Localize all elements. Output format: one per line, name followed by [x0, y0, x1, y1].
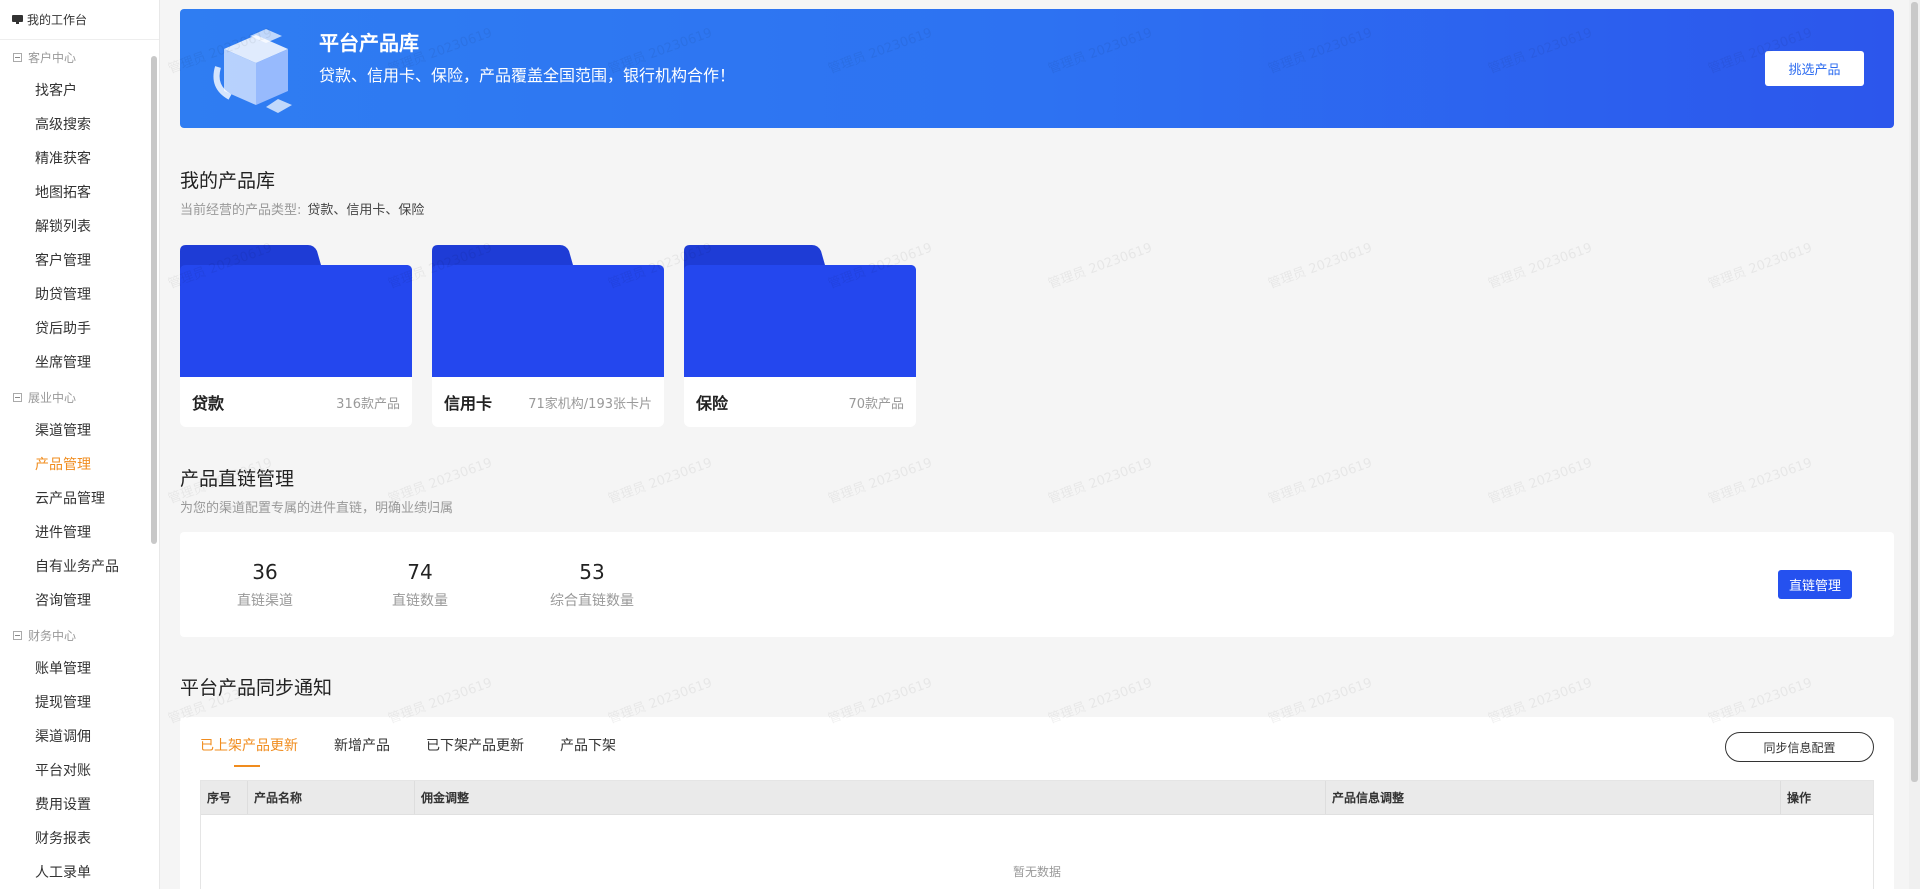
folder-name: 信用卡 [444, 394, 493, 413]
watermark-text: 管理员 20230619 [606, 455, 715, 508]
sidebar-item-find-customer[interactable]: 找客户 [0, 74, 159, 108]
page-scrollbar[interactable] [1909, 0, 1920, 889]
folder-name: 保险 [696, 394, 729, 413]
collapse-icon [13, 630, 22, 640]
monitor-icon [12, 15, 23, 24]
pick-product-button[interactable]: 挑选产品 [1765, 51, 1864, 86]
watermark-text: 管理员 20230619 [1486, 455, 1595, 508]
folder-count: 71家机构/193张卡片 [528, 396, 652, 412]
sidebar-item-application[interactable]: 进件管理 [0, 516, 159, 550]
sidebar-item-seat-management[interactable]: 坐席管理 [0, 346, 159, 380]
stat-total-direct: 53 综合直链数量 [550, 560, 634, 609]
col-index: 序号 [201, 781, 248, 814]
sidebar-item-precise-acquisition[interactable]: 精准获客 [0, 142, 159, 176]
folder-icon [684, 245, 916, 377]
sidebar-item-finance-report[interactable]: 财务报表 [0, 822, 159, 856]
stat-direct-count: 74 直链数量 [392, 560, 448, 609]
sidebar: 我的工作台 客户中心 找客户 高级搜索 精准获客 地图拓客 解锁列表 客户管理 … [0, 0, 160, 889]
watermark-text: 管理员 20230619 [1706, 240, 1815, 293]
sidebar-item-unlock-list[interactable]: 解锁列表 [0, 210, 159, 244]
sidebar-item-withdraw[interactable]: 提现管理 [0, 686, 159, 720]
workspace-link[interactable]: 我的工作台 [0, 0, 159, 40]
direct-link-title: 产品直链管理 [180, 468, 295, 490]
sidebar-item-fee-settings[interactable]: 费用设置 [0, 788, 159, 822]
my-library-subtitle: 当前经营的产品类型: 贷款、信用卡、保险 [180, 203, 425, 218]
tab-new-products[interactable]: 新增产品 [334, 735, 390, 767]
my-library-title: 我的产品库 [180, 170, 276, 192]
platform-library-banner: 平台产品库 贷款、信用卡、保险，产品覆盖全国范围，银行机构合作！ 挑选产品 [180, 9, 1894, 128]
col-commission: 佣金调整 [415, 781, 1326, 814]
watermark-text: 管理员 20230619 [1706, 455, 1815, 508]
sync-tabs: 已上架产品更新 新增产品 已下架产品更新 产品下架 [200, 735, 652, 767]
folder-insurance[interactable]: 保险 70款产品 [684, 245, 916, 427]
sync-title: 平台产品同步通知 [180, 677, 333, 699]
col-info-adjust: 产品信息调整 [1326, 781, 1781, 814]
folder-name: 贷款 [192, 394, 225, 413]
sidebar-item-channel-management[interactable]: 渠道管理 [0, 414, 159, 448]
banner-subtitle: 贷款、信用卡、保险，产品覆盖全国范围，银行机构合作！ [319, 66, 736, 85]
tab-product-delisted[interactable]: 产品下架 [560, 735, 616, 767]
folder-credit-card[interactable]: 信用卡 71家机构/193张卡片 [432, 245, 664, 427]
col-actions: 操作 [1787, 791, 1812, 805]
sidebar-item-manual-entry[interactable]: 人工录单 [0, 856, 159, 889]
watermark-text: 管理员 20230619 [1046, 455, 1155, 508]
group-finance-center[interactable]: 财务中心 [0, 618, 159, 652]
direct-link-stats-card: 36 直链渠道 74 直链数量 53 综合直链数量 直链管理 [180, 532, 1894, 637]
folder-count: 316款产品 [336, 396, 400, 412]
direct-link-subtitle: 为您的渠道配置专属的进件直链，明确业绩归属 [180, 501, 454, 516]
workspace-label: 我的工作台 [27, 13, 88, 27]
sync-card: 已上架产品更新 新增产品 已下架产品更新 产品下架 同步信息配置 序号 产品名称… [180, 717, 1894, 889]
sidebar-item-post-loan[interactable]: 贷后助手 [0, 312, 159, 346]
direct-link-manage-button[interactable]: 直链管理 [1778, 570, 1852, 599]
sidebar-item-customer-management[interactable]: 客户管理 [0, 244, 159, 278]
col-product-name: 产品名称 [248, 781, 415, 814]
sidebar-item-commission[interactable]: 渠道调佣 [0, 720, 159, 754]
tab-listed-updates[interactable]: 已上架产品更新 [200, 735, 298, 767]
sync-table: 序号 产品名称 佣金调整 产品信息调整 操作 暂无数据 [200, 780, 1874, 889]
cube-illustration-icon [213, 29, 292, 113]
watermark-text: 管理员 20230619 [1046, 240, 1155, 293]
folder-loan[interactable]: 贷款 316款产品 [180, 245, 412, 427]
collapse-icon [13, 392, 22, 402]
sidebar-scrollbar[interactable] [151, 56, 157, 544]
sidebar-item-reconcile[interactable]: 平台对账 [0, 754, 159, 788]
folder-icon [432, 245, 664, 377]
watermark-text: 管理员 20230619 [1266, 240, 1375, 293]
group-customer-center[interactable]: 客户中心 [0, 40, 159, 74]
banner-title: 平台产品库 [319, 31, 419, 55]
sidebar-item-product-management[interactable]: 产品管理 [0, 448, 159, 482]
page-scrollbar-thumb[interactable] [1911, 2, 1918, 782]
sidebar-item-bills[interactable]: 账单管理 [0, 652, 159, 686]
sidebar-item-loan-assist[interactable]: 助贷管理 [0, 278, 159, 312]
sidebar-item-own-products[interactable]: 自有业务产品 [0, 550, 159, 584]
folder-count: 70款产品 [848, 396, 904, 412]
collapse-icon [13, 52, 22, 62]
table-header: 序号 产品名称 佣金调整 产品信息调整 操作 [201, 781, 1873, 815]
watermark-text: 管理员 20230619 [1486, 240, 1595, 293]
stat-direct-channels: 36 直链渠道 [237, 560, 293, 609]
group-business-center[interactable]: 展业中心 [0, 380, 159, 414]
sidebar-item-cloud-product[interactable]: 云产品管理 [0, 482, 159, 516]
empty-state: 暂无数据 [1012, 865, 1061, 879]
sidebar-item-map-expansion[interactable]: 地图拓客 [0, 176, 159, 210]
watermark-text: 管理员 20230619 [826, 455, 935, 508]
tab-delisted-updates[interactable]: 已下架产品更新 [426, 735, 524, 767]
sidebar-item-advanced-search[interactable]: 高级搜索 [0, 108, 159, 142]
watermark-text: 管理员 20230619 [1266, 455, 1375, 508]
sync-config-button[interactable]: 同步信息配置 [1725, 732, 1874, 762]
folder-icon [180, 245, 412, 377]
sidebar-item-consult[interactable]: 咨询管理 [0, 584, 159, 618]
